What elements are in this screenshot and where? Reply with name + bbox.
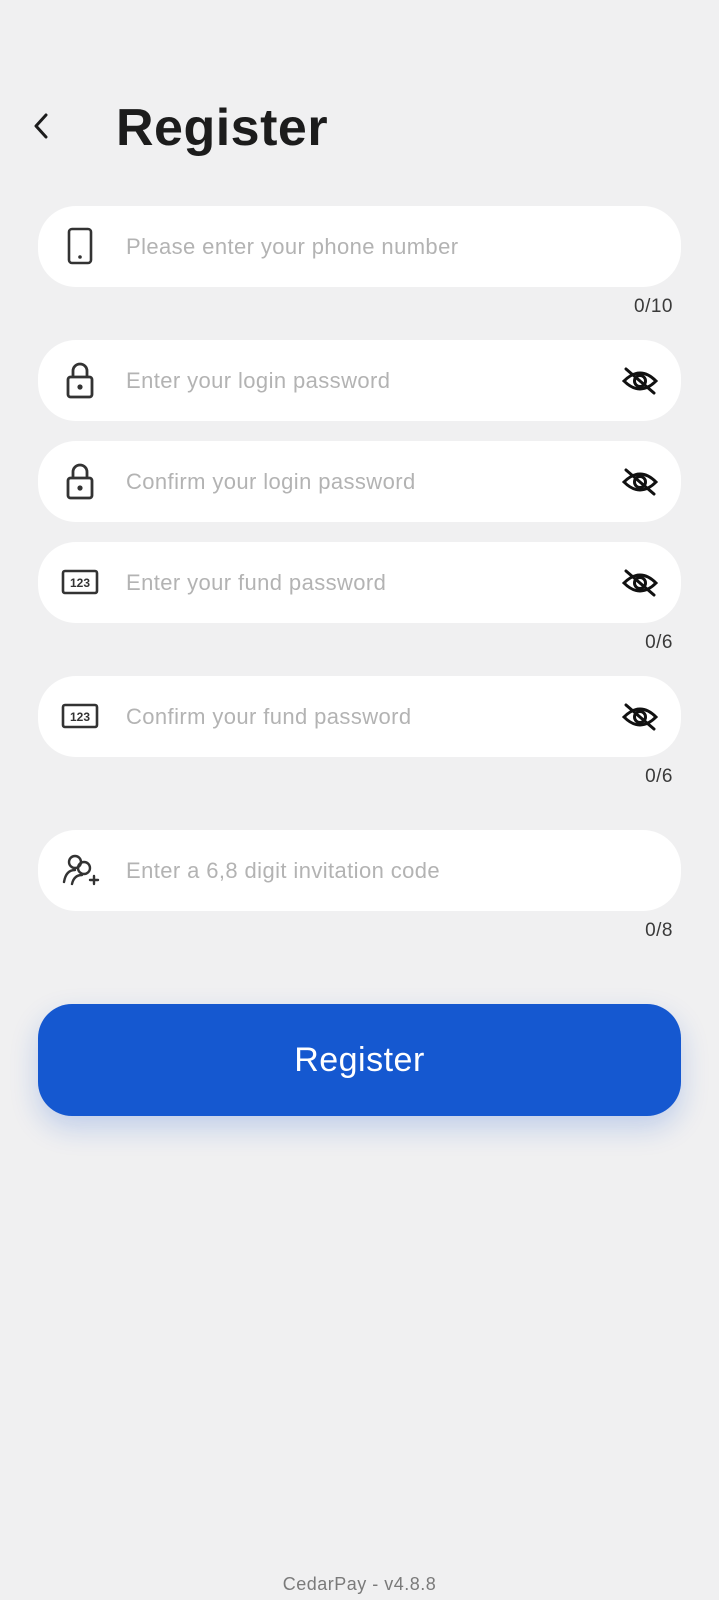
- svg-text:123: 123: [70, 710, 90, 724]
- numeric-keypad-icon: 123: [58, 694, 102, 738]
- login-password-input[interactable]: [126, 340, 586, 421]
- fund-password-counter: 0/6: [645, 632, 673, 653]
- login-password-field[interactable]: [38, 340, 681, 421]
- confirm-fund-password-counter: 0/6: [645, 766, 673, 787]
- eye-off-icon: [621, 703, 659, 731]
- back-button[interactable]: [20, 104, 64, 148]
- lock-icon: [58, 459, 102, 503]
- eye-off-icon: [621, 468, 659, 496]
- fund-password-input[interactable]: [126, 542, 586, 623]
- phone-counter: 0/10: [634, 296, 673, 317]
- phone-icon: [58, 224, 102, 268]
- invitation-code-field[interactable]: [38, 830, 681, 911]
- lock-icon: [58, 358, 102, 402]
- phone-input[interactable]: [126, 206, 586, 287]
- confirm-fund-password-input[interactable]: [126, 676, 586, 757]
- confirm-login-password-field[interactable]: [38, 441, 681, 522]
- confirm-fund-password-field[interactable]: 123: [38, 676, 681, 757]
- hide-password-toggle[interactable]: [617, 358, 663, 404]
- invitation-code-input[interactable]: [126, 830, 586, 911]
- confirm-login-password-input[interactable]: [126, 441, 586, 522]
- header: Register: [0, 88, 719, 168]
- phone-field[interactable]: [38, 206, 681, 287]
- chevron-left-icon: [34, 113, 48, 139]
- hide-password-toggle[interactable]: [617, 560, 663, 606]
- eye-off-icon: [621, 367, 659, 395]
- svg-text:123: 123: [70, 576, 90, 590]
- numeric-keypad-icon: 123: [58, 560, 102, 604]
- add-user-icon: [58, 848, 102, 892]
- invitation-code-counter: 0/8: [645, 920, 673, 941]
- eye-off-icon: [621, 569, 659, 597]
- page-title: Register: [116, 99, 329, 157]
- hide-password-toggle[interactable]: [617, 459, 663, 505]
- fund-password-field[interactable]: 123: [38, 542, 681, 623]
- register-button[interactable]: Register: [38, 1004, 681, 1116]
- app-version: CedarPay - v4.8.8: [282, 1574, 437, 1594]
- hide-password-toggle[interactable]: [617, 694, 663, 740]
